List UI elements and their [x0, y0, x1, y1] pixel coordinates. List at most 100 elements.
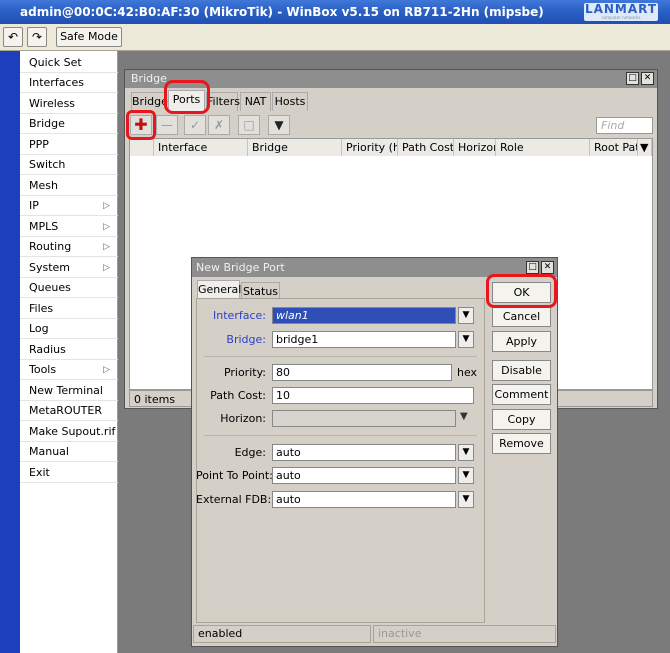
tab-general[interactable]: General — [197, 280, 241, 300]
dialog-title: New Bridge Port — [192, 258, 557, 277]
undo-icon: ↶ — [7, 30, 19, 44]
remove-button[interactable]: Remove — [492, 433, 551, 454]
bridge-dropdown-button[interactable]: ▼ — [458, 331, 474, 348]
sidebar-item-metarouter[interactable]: MetaROUTER — [20, 401, 118, 421]
dialog-maximize-button[interactable]: □ — [526, 261, 539, 274]
sidebar-item-manual[interactable]: Manual — [20, 442, 118, 462]
column-header-priority[interactable]: Priority (h... — [342, 139, 398, 156]
sidebar-item-ppp[interactable]: PPP — [20, 135, 118, 155]
find-input[interactable]: Find — [596, 117, 653, 134]
interface-label: Interface: — [213, 309, 266, 322]
column-header-bridge[interactable]: Bridge — [248, 139, 342, 156]
sidebar-item-make-supout[interactable]: Make Supout.rif — [20, 422, 118, 442]
priority-label: Priority: — [223, 366, 266, 379]
point-to-point-dropdown-button[interactable]: ▼ — [458, 467, 474, 484]
priority-unit: hex — [457, 366, 478, 379]
edge-label: Edge: — [234, 446, 266, 459]
tab-ports[interactable]: Ports — [168, 90, 205, 111]
comment-button[interactable]: Comment — [492, 384, 551, 405]
horizon-dropdown-icon[interactable]: ▼ — [460, 411, 468, 422]
safe-mode-button[interactable]: Safe Mode — [56, 27, 122, 47]
copy-button[interactable]: Copy — [492, 409, 551, 430]
column-header-horizon[interactable]: Horizon — [454, 139, 496, 156]
dialog-close-button[interactable]: ✕ — [541, 261, 554, 274]
filter-icon: ▼ — [274, 118, 284, 132]
column-header-flags[interactable] — [130, 139, 154, 156]
sidebar-strip — [0, 51, 20, 653]
sidebar-item-mpls[interactable]: MPLS ▷ — [20, 217, 118, 237]
remove-button[interactable]: — — [156, 115, 178, 135]
main-toolbar: ↶ ↷ Safe Mode — [0, 24, 670, 51]
edge-select[interactable]: auto — [272, 444, 456, 461]
chevron-down-icon: ▼ — [462, 334, 470, 344]
tab-bridge[interactable]: Bridge — [131, 92, 168, 111]
sidebar-item-radius[interactable]: Radius — [20, 340, 118, 360]
edge-dropdown-button[interactable]: ▼ — [458, 444, 474, 461]
bridge-select[interactable]: bridge1 — [272, 331, 456, 348]
window-title: admin@00:0C:42:B0:AF:30 (MikroTik) - Win… — [20, 5, 544, 19]
external-fdb-dropdown-button[interactable]: ▼ — [458, 491, 474, 508]
sidebar-item-queues[interactable]: Queues — [20, 278, 118, 298]
sidebar-item-mesh[interactable]: Mesh — [20, 176, 118, 196]
path-cost-label: Path Cost: — [210, 389, 266, 402]
undo-button[interactable]: ↶ — [3, 27, 23, 47]
sidebar-item-switch[interactable]: Switch — [20, 155, 118, 175]
tab-filters[interactable]: Filters — [206, 92, 240, 111]
sidebar-item-log[interactable]: Log — [20, 319, 118, 339]
sidebar-item-new-terminal[interactable]: New Terminal — [20, 381, 118, 401]
column-header-role[interactable]: Role — [496, 139, 590, 156]
plus-icon: ✚ — [134, 115, 148, 134]
sidebar-item-bridge[interactable]: Bridge — [20, 114, 118, 134]
sidebar-item-interfaces[interactable]: Interfaces — [20, 73, 118, 93]
sidebar-item-system[interactable]: System ▷ — [20, 258, 118, 278]
cancel-button[interactable]: Cancel — [492, 306, 551, 327]
interface-select[interactable]: wlan1 — [272, 307, 456, 324]
column-header-path-cost[interactable]: Path Cost — [398, 139, 454, 156]
horizon-label: Horizon: — [220, 412, 266, 425]
submenu-arrow-icon: ▷ — [103, 242, 110, 252]
point-to-point-label: Point To Point: — [196, 469, 273, 482]
bridge-label: Bridge: — [226, 333, 266, 346]
maximize-button[interactable]: □ — [626, 72, 639, 85]
filter-button[interactable]: ▼ — [268, 115, 290, 135]
add-button[interactable]: ✚ — [130, 115, 152, 135]
divider — [204, 356, 477, 357]
sidebar-item-tools[interactable]: Tools ▷ — [20, 360, 118, 380]
sidebar-item-files[interactable]: Files — [20, 299, 118, 319]
column-header-root-path-cost[interactable]: Root Pat... — [590, 139, 638, 156]
tab-nat[interactable]: NAT — [240, 92, 271, 111]
status-inactive: inactive — [373, 625, 556, 643]
sidebar-item-routing[interactable]: Routing ▷ — [20, 237, 118, 257]
title-bar: admin@00:0C:42:B0:AF:30 (MikroTik) - Win… — [0, 0, 670, 24]
ok-button[interactable]: OK — [492, 282, 551, 303]
divider — [204, 435, 477, 436]
point-to-point-select[interactable]: auto — [272, 467, 456, 484]
external-fdb-select[interactable]: auto — [272, 491, 456, 508]
apply-button[interactable]: Apply — [492, 331, 551, 352]
interface-dropdown-button[interactable]: ▼ — [458, 307, 474, 324]
sidebar-item-ip[interactable]: IP ▷ — [20, 196, 118, 216]
close-button[interactable]: ✕ — [641, 72, 654, 85]
sidebar-menu: Quick Set Interfaces Wireless Bridge PPP… — [20, 51, 118, 653]
priority-input[interactable]: 80 — [272, 364, 452, 381]
comment-button[interactable]: □ — [238, 115, 260, 135]
column-menu-button[interactable]: ▼ — [638, 139, 652, 156]
column-header-interface[interactable]: Interface — [154, 139, 248, 156]
tab-hosts[interactable]: Hosts — [272, 92, 308, 111]
lanmart-logo: LANMART computer networks — [584, 2, 658, 21]
disable-button[interactable]: Disable — [492, 360, 551, 381]
submenu-arrow-icon: ▷ — [103, 222, 110, 232]
check-icon: ✓ — [189, 118, 201, 132]
chevron-down-icon: ▼ — [462, 310, 470, 320]
status-enabled: enabled — [193, 625, 371, 643]
sidebar-item-quick-set[interactable]: Quick Set — [20, 53, 118, 73]
sidebar-item-wireless[interactable]: Wireless — [20, 94, 118, 114]
redo-icon: ↷ — [31, 30, 43, 44]
enable-button[interactable]: ✓ — [184, 115, 206, 135]
chevron-down-icon: ▼ — [640, 141, 649, 154]
path-cost-input[interactable]: 10 — [272, 387, 474, 404]
redo-button[interactable]: ↷ — [27, 27, 47, 47]
disable-button[interactable]: ✗ — [208, 115, 230, 135]
horizon-input[interactable] — [272, 410, 456, 427]
sidebar-item-exit[interactable]: Exit — [20, 463, 118, 483]
